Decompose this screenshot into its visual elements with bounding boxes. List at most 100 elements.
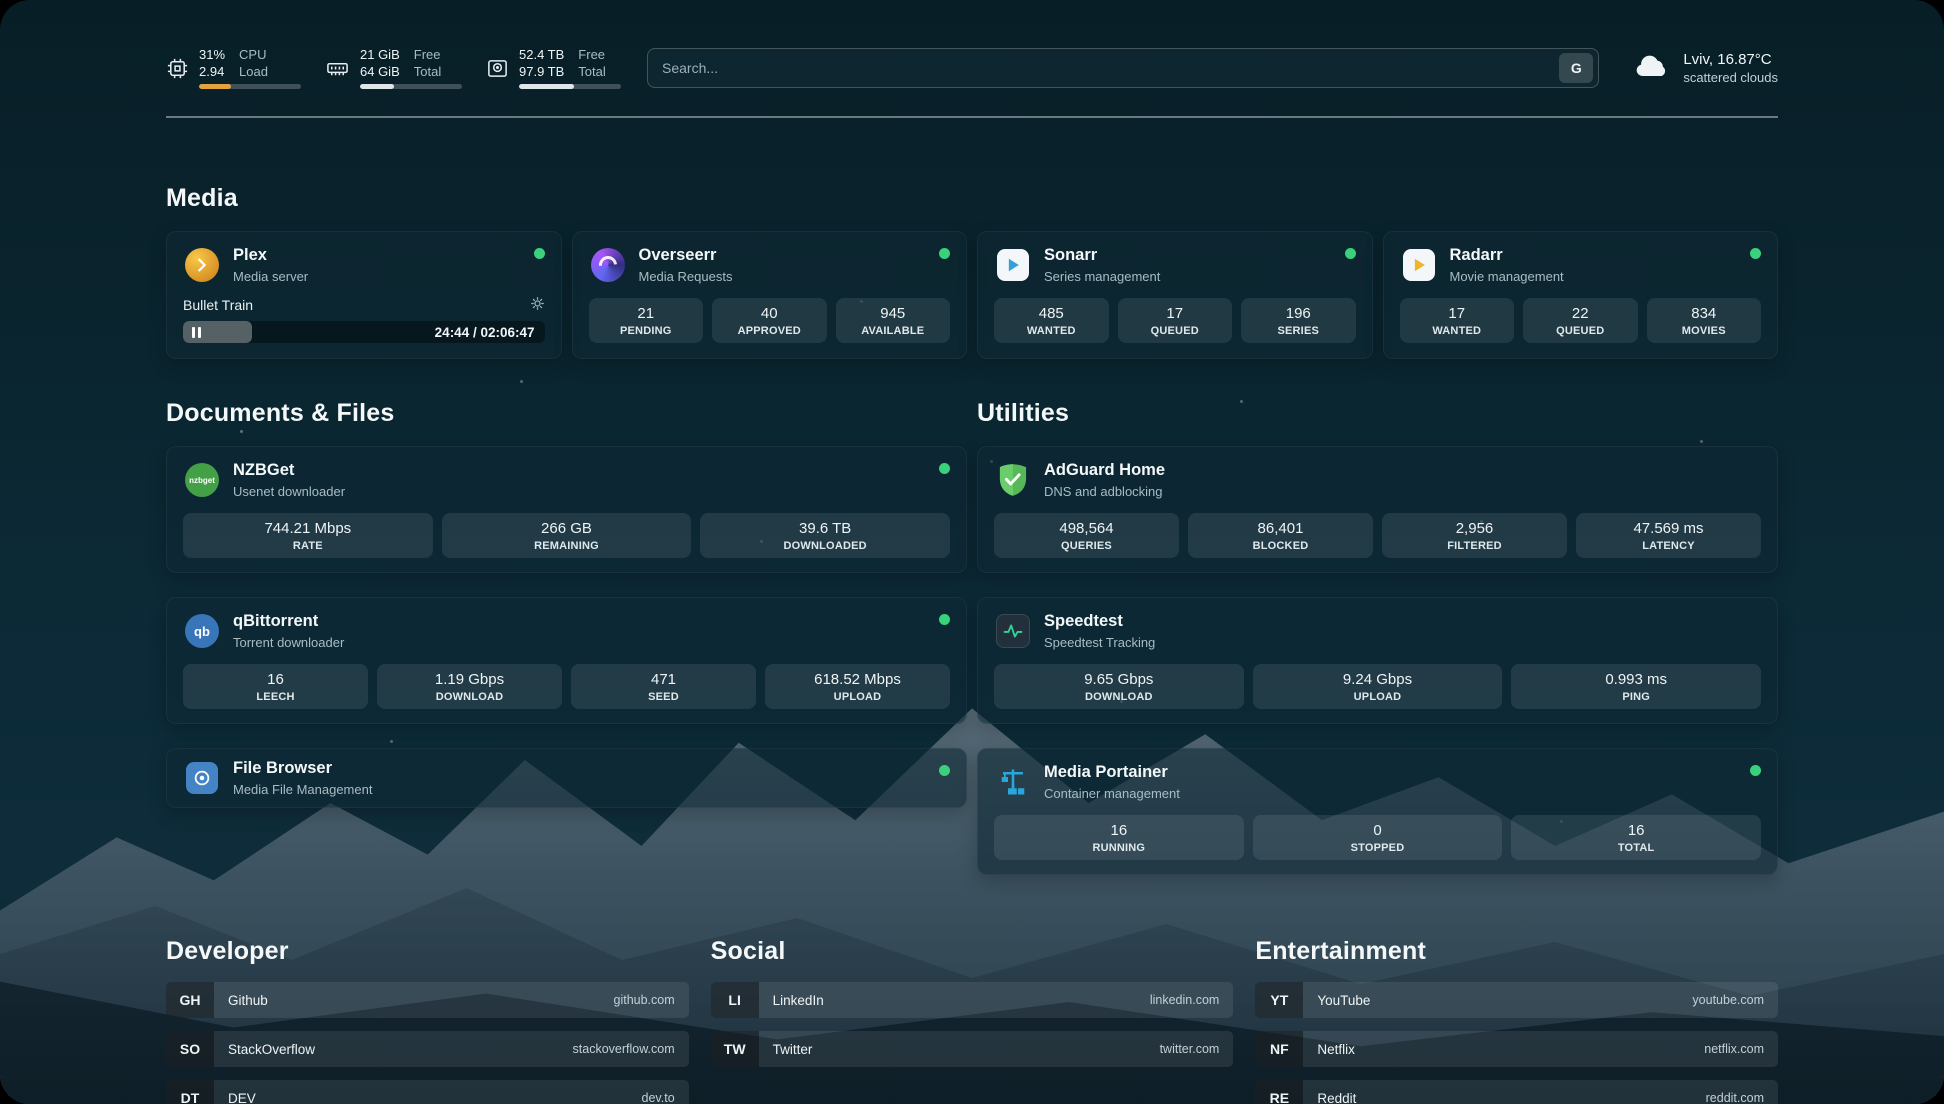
bookmark-youtube[interactable]: YT YouTube youtube.com <box>1255 982 1778 1018</box>
utilities-section-title: Utilities <box>977 399 1778 428</box>
bookmark-name: YouTube <box>1317 993 1370 1008</box>
adguard-stat-filtered: 2,956 FILTERED <box>1382 513 1567 558</box>
qbittorrent-card[interactable]: qb qBittorrent Torrent downloader 16 LEE… <box>166 597 967 724</box>
qbittorrent-status-dot <box>939 614 950 625</box>
radarr-stat-wanted: 17 WANTED <box>1400 298 1515 343</box>
adguard-subtitle: DNS and adblocking <box>1044 484 1165 499</box>
plex-now-playing-title: Bullet Train <box>183 297 253 313</box>
disk-label-2: Total <box>578 64 605 81</box>
disk-free: 52.4 TB <box>519 47 564 64</box>
plex-subtitle: Media server <box>233 269 308 284</box>
plex-progress-bar[interactable]: 24:44 / 02:06:47 <box>183 321 545 343</box>
bookmark-stackoverflow[interactable]: SO StackOverflow stackoverflow.com <box>166 1031 689 1067</box>
bookmark-name: StackOverflow <box>228 1042 315 1057</box>
bookmark-url: netflix.com <box>1704 1042 1764 1056</box>
bookmark-url: dev.to <box>642 1091 675 1104</box>
adguard-icon <box>994 461 1032 499</box>
overseerr-card[interactable]: Overseerr Media Requests 21 PENDING 40 A… <box>572 231 968 359</box>
radarr-icon <box>1400 246 1438 284</box>
social-section-title: Social <box>711 937 1234 966</box>
bookmark-name: Github <box>228 993 268 1008</box>
qbittorrent-stat-upload: 618.52 Mbps UPLOAD <box>765 664 950 709</box>
topbar-divider <box>166 116 1778 118</box>
speedtest-icon <box>994 612 1032 650</box>
portainer-name: Media Portainer <box>1044 763 1180 783</box>
radarr-stat-movies: 834 MOVIES <box>1647 298 1762 343</box>
bookmark-abbr: RE <box>1255 1080 1303 1104</box>
portainer-card[interactable]: Media Portainer Container management 16 … <box>977 748 1778 875</box>
cpu-load: 2.94 <box>199 64 225 81</box>
cpu-progress-bar <box>199 84 301 89</box>
system-monitors: 31% 2.94 CPU Load <box>166 47 621 90</box>
speedtest-subtitle: Speedtest Tracking <box>1044 635 1155 650</box>
weather-widget[interactable]: Lviv, 16.87°C scattered clouds <box>1633 51 1778 85</box>
topbar: 31% 2.94 CPU Load <box>166 40 1778 96</box>
weather-location: Lviv, 16.87°C <box>1683 51 1778 68</box>
portainer-status-dot <box>1750 765 1761 776</box>
plex-settings-button[interactable] <box>530 296 545 314</box>
portainer-icon <box>994 763 1032 801</box>
gear-icon <box>530 296 545 314</box>
plex-card[interactable]: Plex Media server Bullet Train <box>166 231 562 359</box>
nzbget-stat-remaining: 266 GB REMAINING <box>442 513 692 558</box>
plex-icon <box>183 246 221 284</box>
snow-specks <box>0 0 3 3</box>
section-developer: Developer GH Github github.com SO StackO… <box>166 937 689 1104</box>
speedtest-stat-download: 9.65 Gbps DOWNLOAD <box>994 664 1244 709</box>
bookmark-name: LinkedIn <box>773 993 824 1008</box>
qbittorrent-name: qBittorrent <box>233 612 344 632</box>
bookmark-url: youtube.com <box>1692 993 1764 1007</box>
bookmark-twitter[interactable]: TW Twitter twitter.com <box>711 1031 1234 1067</box>
sonarr-name: Sonarr <box>1044 246 1160 266</box>
filebrowser-name: File Browser <box>233 759 372 779</box>
pause-button[interactable] <box>192 327 201 338</box>
search-provider-button[interactable]: G <box>1559 53 1593 83</box>
bookmark-dev[interactable]: DT DEV dev.to <box>166 1080 689 1104</box>
ram-total: 64 GiB <box>360 64 400 81</box>
nzbget-card[interactable]: nzbget NZBGet Usenet downloader 744.21 M… <box>166 446 967 573</box>
bookmark-github[interactable]: GH Github github.com <box>166 982 689 1018</box>
adguard-card[interactable]: AdGuard Home DNS and adblocking 498,564 … <box>977 446 1778 573</box>
adguard-name: AdGuard Home <box>1044 461 1165 481</box>
speedtest-card[interactable]: Speedtest Speedtest Tracking 9.65 Gbps D… <box>977 597 1778 724</box>
bookmark-reddit[interactable]: RE Reddit reddit.com <box>1255 1080 1778 1104</box>
nzbget-subtitle: Usenet downloader <box>233 484 345 499</box>
portainer-stat-running: 16 RUNNING <box>994 815 1244 860</box>
dashboard-screen: 31% 2.94 CPU Load <box>0 0 1944 1104</box>
sonarr-card[interactable]: Sonarr Series management 485 WANTED 17 Q… <box>977 231 1373 359</box>
nzbget-status-dot <box>939 463 950 474</box>
ram-label-1: Free <box>414 47 441 64</box>
filebrowser-card[interactable]: File Browser Media File Management <box>166 748 967 808</box>
plex-playback-time: 24:44 / 02:06:47 <box>435 325 535 340</box>
overseerr-stat-available: 945 AVAILABLE <box>836 298 951 343</box>
entertainment-section-title: Entertainment <box>1255 937 1778 966</box>
bookmark-url: reddit.com <box>1706 1091 1764 1104</box>
qbittorrent-icon: qb <box>183 612 221 650</box>
qbittorrent-stat-download: 1.19 Gbps DOWNLOAD <box>377 664 562 709</box>
plex-status-dot <box>534 248 545 259</box>
disk-total: 97.9 TB <box>519 64 564 81</box>
weather-condition: scattered clouds <box>1683 70 1778 85</box>
ram-monitor: 21 GiB 64 GiB Free Total <box>325 47 462 90</box>
bookmark-name: Twitter <box>773 1042 813 1057</box>
speedtest-stat-ping: 0.993 ms PING <box>1511 664 1761 709</box>
filebrowser-subtitle: Media File Management <box>233 782 372 797</box>
radarr-status-dot <box>1750 248 1761 259</box>
search-input[interactable] <box>662 60 1559 76</box>
radarr-subtitle: Movie management <box>1450 269 1564 284</box>
bookmark-linkedin[interactable]: LI LinkedIn linkedin.com <box>711 982 1234 1018</box>
bookmark-abbr: DT <box>166 1080 214 1104</box>
portainer-stat-stopped: 0 STOPPED <box>1253 815 1503 860</box>
cpu-monitor: 31% 2.94 CPU Load <box>166 47 301 90</box>
adguard-stat-blocked: 86,401 BLOCKED <box>1188 513 1373 558</box>
ram-free: 21 GiB <box>360 47 400 64</box>
bookmark-netflix[interactable]: NF Netflix netflix.com <box>1255 1031 1778 1067</box>
radarr-card[interactable]: Radarr Movie management 17 WANTED 22 QUE… <box>1383 231 1779 359</box>
ram-icon <box>325 57 350 80</box>
search-bar: G <box>647 48 1599 88</box>
sonarr-stat-series: 196 SERIES <box>1241 298 1356 343</box>
sonarr-stat-wanted: 485 WANTED <box>994 298 1109 343</box>
documents-section-title: Documents & Files <box>166 399 967 428</box>
disk-icon <box>486 57 509 80</box>
sonarr-subtitle: Series management <box>1044 269 1160 284</box>
